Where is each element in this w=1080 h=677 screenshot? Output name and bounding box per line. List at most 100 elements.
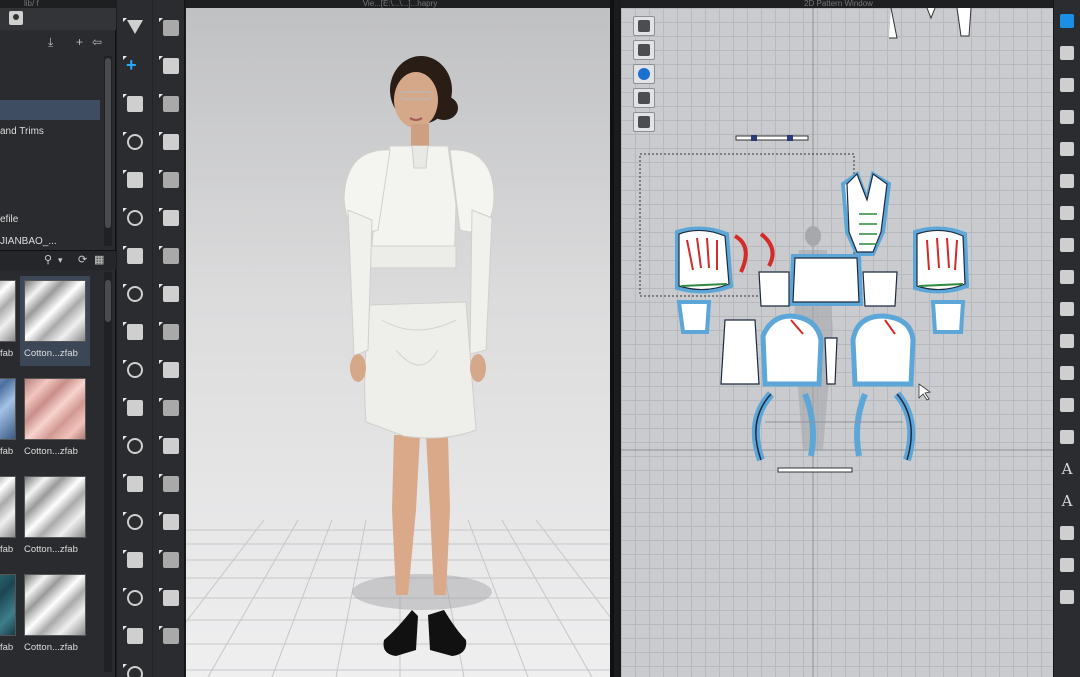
fabric-item[interactable]: fab [0,570,20,660]
library-tree-item[interactable]: JIANBAO_... [0,232,100,252]
garment-icon[interactable] [633,40,655,60]
fabric-item[interactable]: Cotton...zfab [20,374,90,464]
avatar-icon[interactable] [123,474,147,494]
arrow-down-icon[interactable] [123,18,147,38]
fabric-item[interactable]: fab [0,472,20,562]
edit-point-icon[interactable] [1057,76,1077,94]
button-icon[interactable] [159,322,183,342]
library-tree-item[interactable] [0,56,100,76]
plus-icon: + [126,55,137,75]
puff-icon[interactable] [159,626,183,646]
pattern-pieces[interactable] [621,0,1053,677]
chevron-down-icon[interactable]: ▾ [58,254,63,267]
library-tree-item[interactable] [0,100,100,120]
info-icon[interactable] [633,64,655,84]
edit-curve-icon[interactable] [123,208,147,228]
split-icon[interactable] [1057,332,1077,350]
mirror-icon[interactable] [159,474,183,494]
zip-icon[interactable] [159,398,183,418]
select-pattern-icon[interactable] [633,16,655,36]
tool-glyph [1060,238,1074,252]
fold-icon[interactable] [159,132,183,152]
library-tree-item[interactable] [0,188,100,208]
back-arrow-icon[interactable]: ⇦ [92,36,102,48]
sleeve-icon[interactable] [123,398,147,418]
seam-line-icon[interactable] [1057,268,1077,286]
needle-icon[interactable] [123,588,147,608]
pin-icon[interactable] [159,56,183,76]
skirt-icon[interactable] [123,436,147,456]
library-tree-item[interactable] [0,78,100,98]
viewport-3d[interactable]: Vie...[E:\...\...]...hapry [186,0,614,677]
cursor-icon[interactable] [1057,12,1077,30]
ruler-icon[interactable] [1057,428,1077,446]
lock-icon[interactable] [123,664,147,677]
seam-icon[interactable] [159,246,183,266]
tack-icon[interactable] [123,132,147,152]
scroll-thumb[interactable] [105,280,111,322]
fold-arrange-icon[interactable] [123,360,147,380]
scroll-thumb[interactable] [105,58,111,228]
fabric-item[interactable]: Cotton...zfab [20,276,90,366]
tool-glyph [1060,142,1074,156]
dart-icon[interactable] [1057,300,1077,318]
shirt-icon[interactable] [159,436,183,456]
library-tree-item[interactable] [0,144,100,164]
fabric-item[interactable]: fab [0,276,20,366]
grid-view-icon[interactable]: ▦ [94,254,104,267]
internal-polygon-icon[interactable] [1057,172,1077,190]
fabric-grid-scrollbar[interactable] [104,272,112,672]
measure-line-icon[interactable] [1057,396,1077,414]
sheet-icon[interactable] [633,88,655,108]
cut-icon[interactable] [123,512,147,532]
library-tree-item[interactable]: and Trims [0,122,100,142]
transform-move-icon[interactable]: + [123,55,147,76]
walk-avatar-icon[interactable] [159,18,183,38]
strengthen-icon[interactable] [159,170,183,190]
ellipse-icon[interactable] [1057,204,1077,222]
steam-icon[interactable] [123,246,147,266]
trace-icon[interactable] [1057,236,1077,254]
tool-glyph [163,96,179,112]
avatar-3d[interactable] [326,50,516,670]
tool-glyph [127,324,143,340]
pattern-window-2d[interactable]: 2D Pattern Window [618,0,1053,677]
pattern-link-icon[interactable] [123,550,147,570]
fabric-item[interactable]: Cotton...zfab [20,472,90,562]
move-icon[interactable] [159,94,183,114]
text-serif-A-icon[interactable]: A [1057,492,1077,510]
avatar-figure-icon[interactable] [1057,588,1077,606]
app-window: lib/ f ⤓ + ⇦ and Trims efile JIANBAO_... ⚲… [0,0,1080,677]
scale-icon[interactable] [1057,556,1077,574]
cross-arrows-icon[interactable] [123,626,147,646]
library-tree-item[interactable] [0,166,100,186]
wrap-icon[interactable] [159,588,183,608]
library-tree-scrollbar[interactable] [104,56,112,246]
segment-icon[interactable] [1057,364,1077,382]
fabric-item[interactable]: fab [0,374,20,464]
fabric-item[interactable]: Cotton...zfab [20,570,90,660]
measure-icon[interactable] [159,208,183,228]
library-tree-item[interactable]: efile [0,210,100,230]
download-icon[interactable]: ⤓ [48,36,53,48]
rectangle-icon[interactable] [1057,140,1077,158]
trim-icon[interactable] [159,360,183,380]
search-icon[interactable]: ⚲ [44,254,52,267]
pin-tool-icon[interactable] [159,284,183,304]
tool-glyph [127,172,143,188]
add-icon[interactable]: + [76,36,83,48]
adjust-icon[interactable] [1057,44,1077,62]
rotate-icon[interactable] [123,322,147,342]
select-icon[interactable] [123,94,147,114]
shade-icon[interactable] [159,512,183,532]
transfer-icon[interactable] [159,550,183,570]
tool-glyph [163,172,179,188]
refresh-icon[interactable]: ⟳ [78,254,87,267]
library-lock-icon[interactable] [9,11,23,25]
lock-garment-icon[interactable] [633,112,655,132]
texture-icon[interactable] [123,284,147,304]
garment-icon[interactable] [123,170,147,190]
polygon-icon[interactable] [1057,108,1077,126]
grid-lines-icon[interactable] [1057,524,1077,542]
text-A-icon[interactable]: A [1057,460,1077,478]
